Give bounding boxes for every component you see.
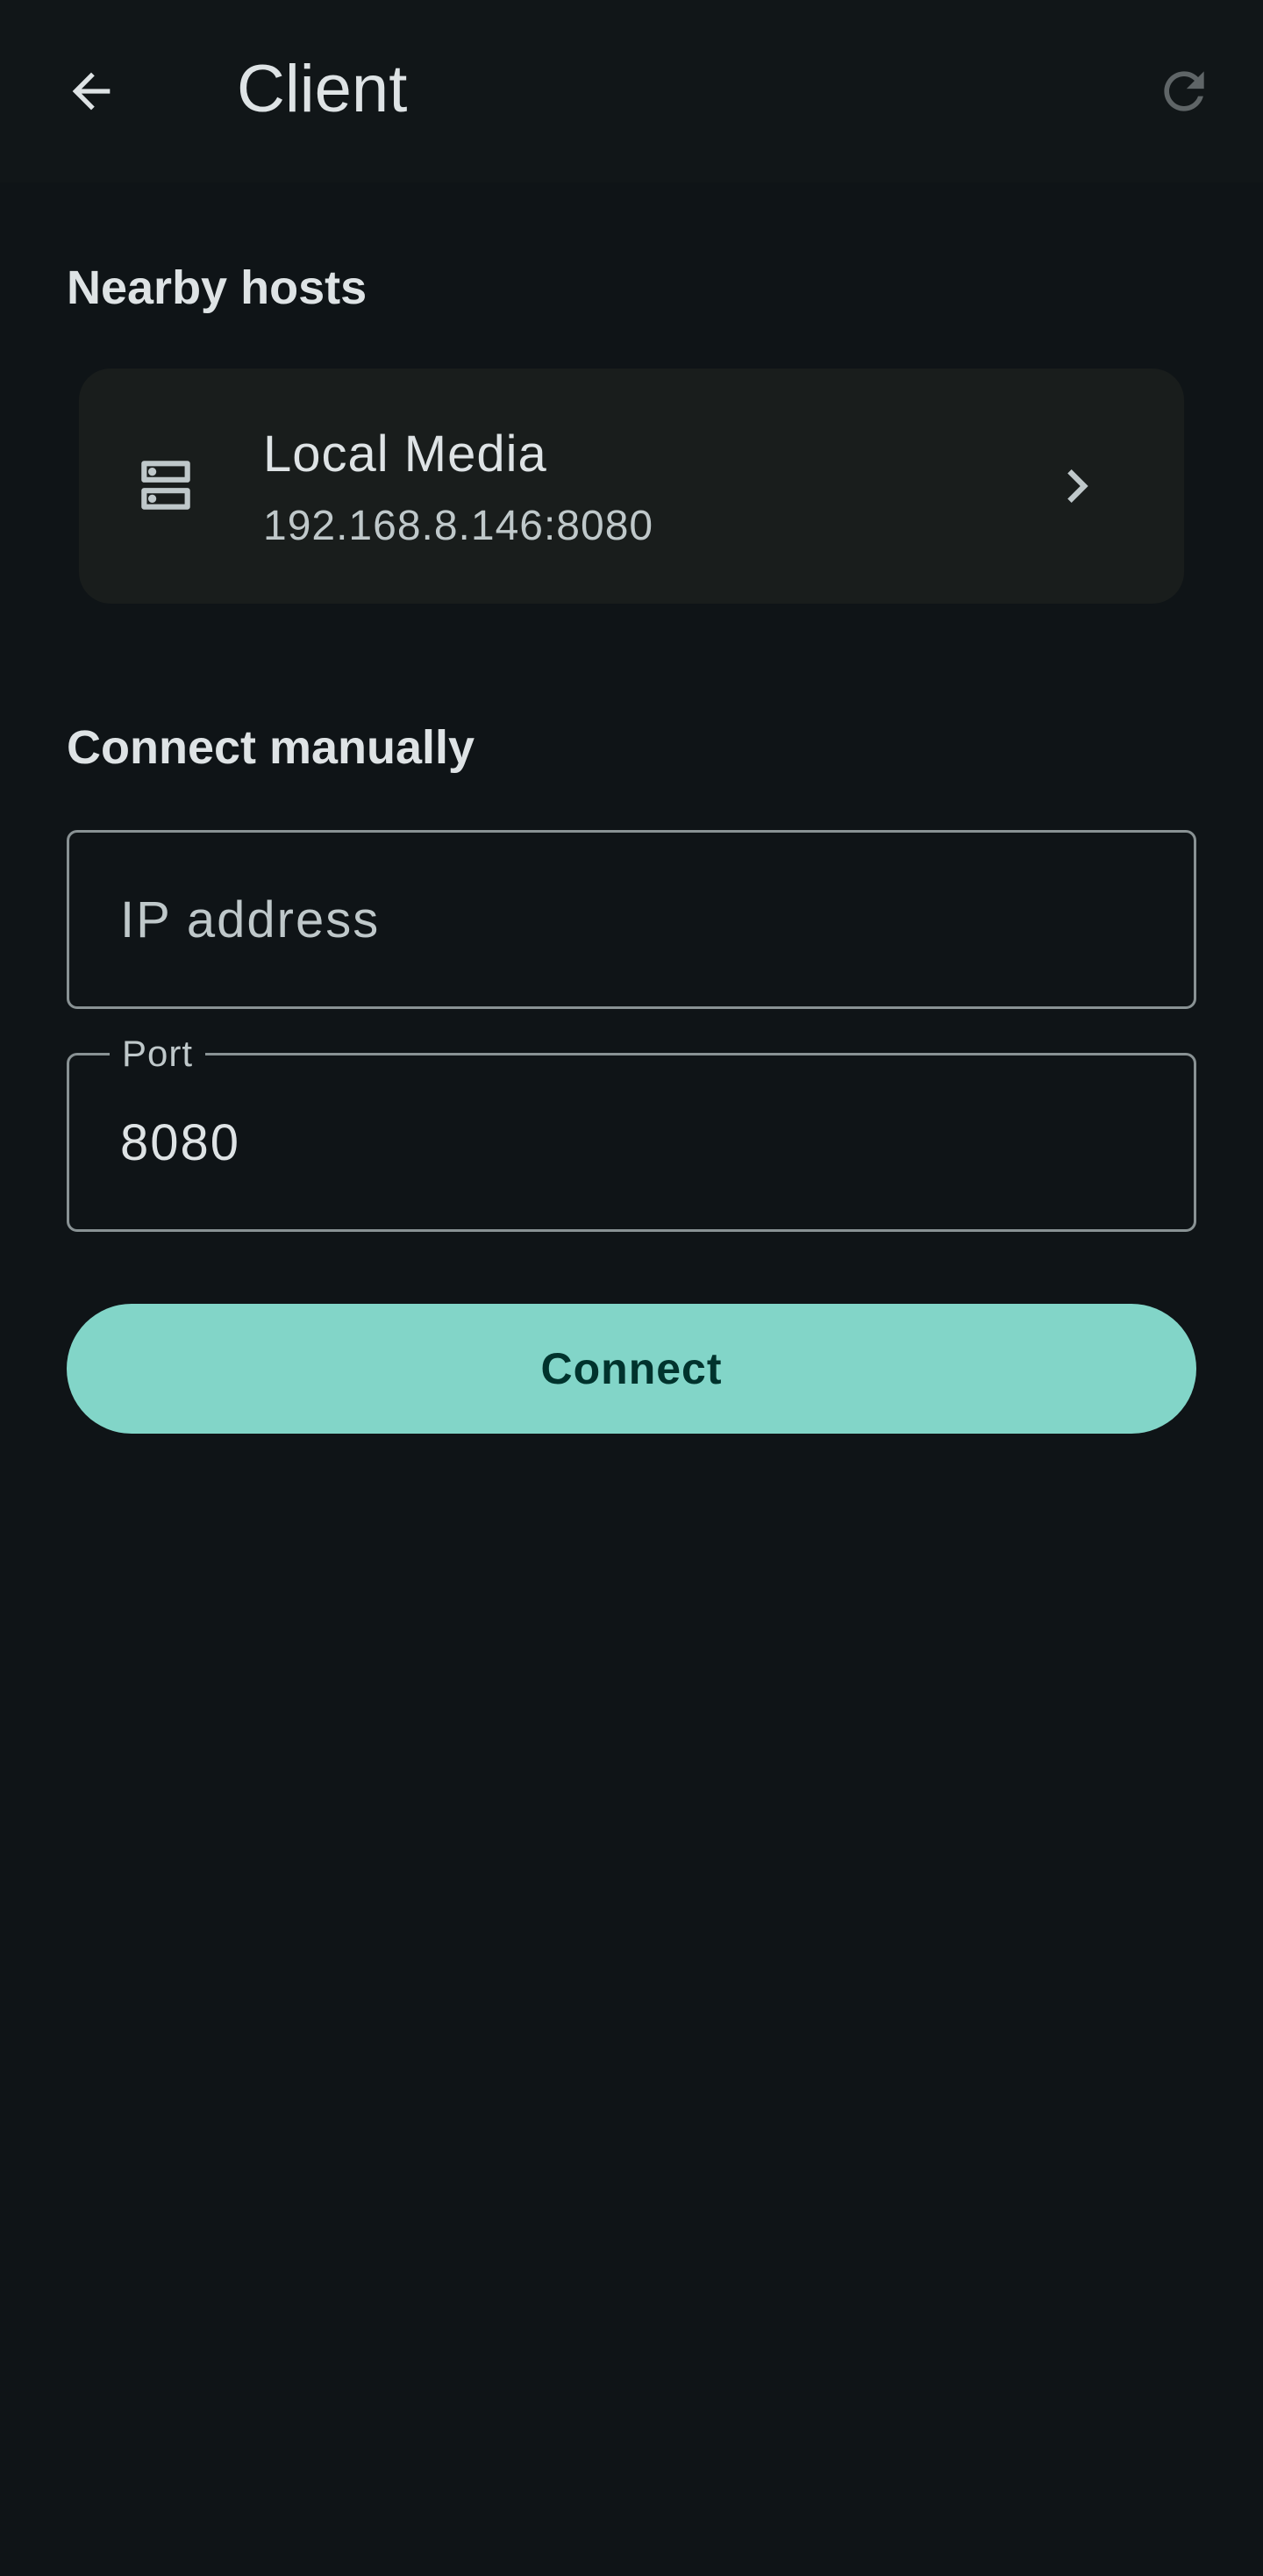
host-card[interactable]: Local Media 192.168.8.146:8080 xyxy=(79,369,1184,604)
server-icon xyxy=(141,461,190,510)
chevron-right-icon xyxy=(1067,469,1088,503)
ip-address-placeholder: IP address xyxy=(120,891,381,948)
port-label: Port xyxy=(110,1029,206,1078)
back-button[interactable] xyxy=(49,49,133,133)
page-title: Client xyxy=(237,52,408,126)
nearby-hosts-heading: Nearby hosts xyxy=(67,261,367,314)
arrow-back-icon xyxy=(72,72,111,111)
connect-button[interactable]: Connect xyxy=(67,1304,1196,1434)
port-value: 8080 xyxy=(120,1114,241,1171)
host-name: Local Media xyxy=(263,426,547,483)
connect-manually-heading: Connect manually xyxy=(67,721,475,774)
refresh-button[interactable] xyxy=(1142,49,1226,133)
app-bar: Client xyxy=(0,0,1263,182)
port-field[interactable]: Port 8080 xyxy=(67,1029,1196,1232)
refresh-icon xyxy=(1164,71,1204,111)
host-address: 192.168.8.146:8080 xyxy=(263,503,654,549)
ip-address-field[interactable]: IP address xyxy=(67,830,1196,1009)
